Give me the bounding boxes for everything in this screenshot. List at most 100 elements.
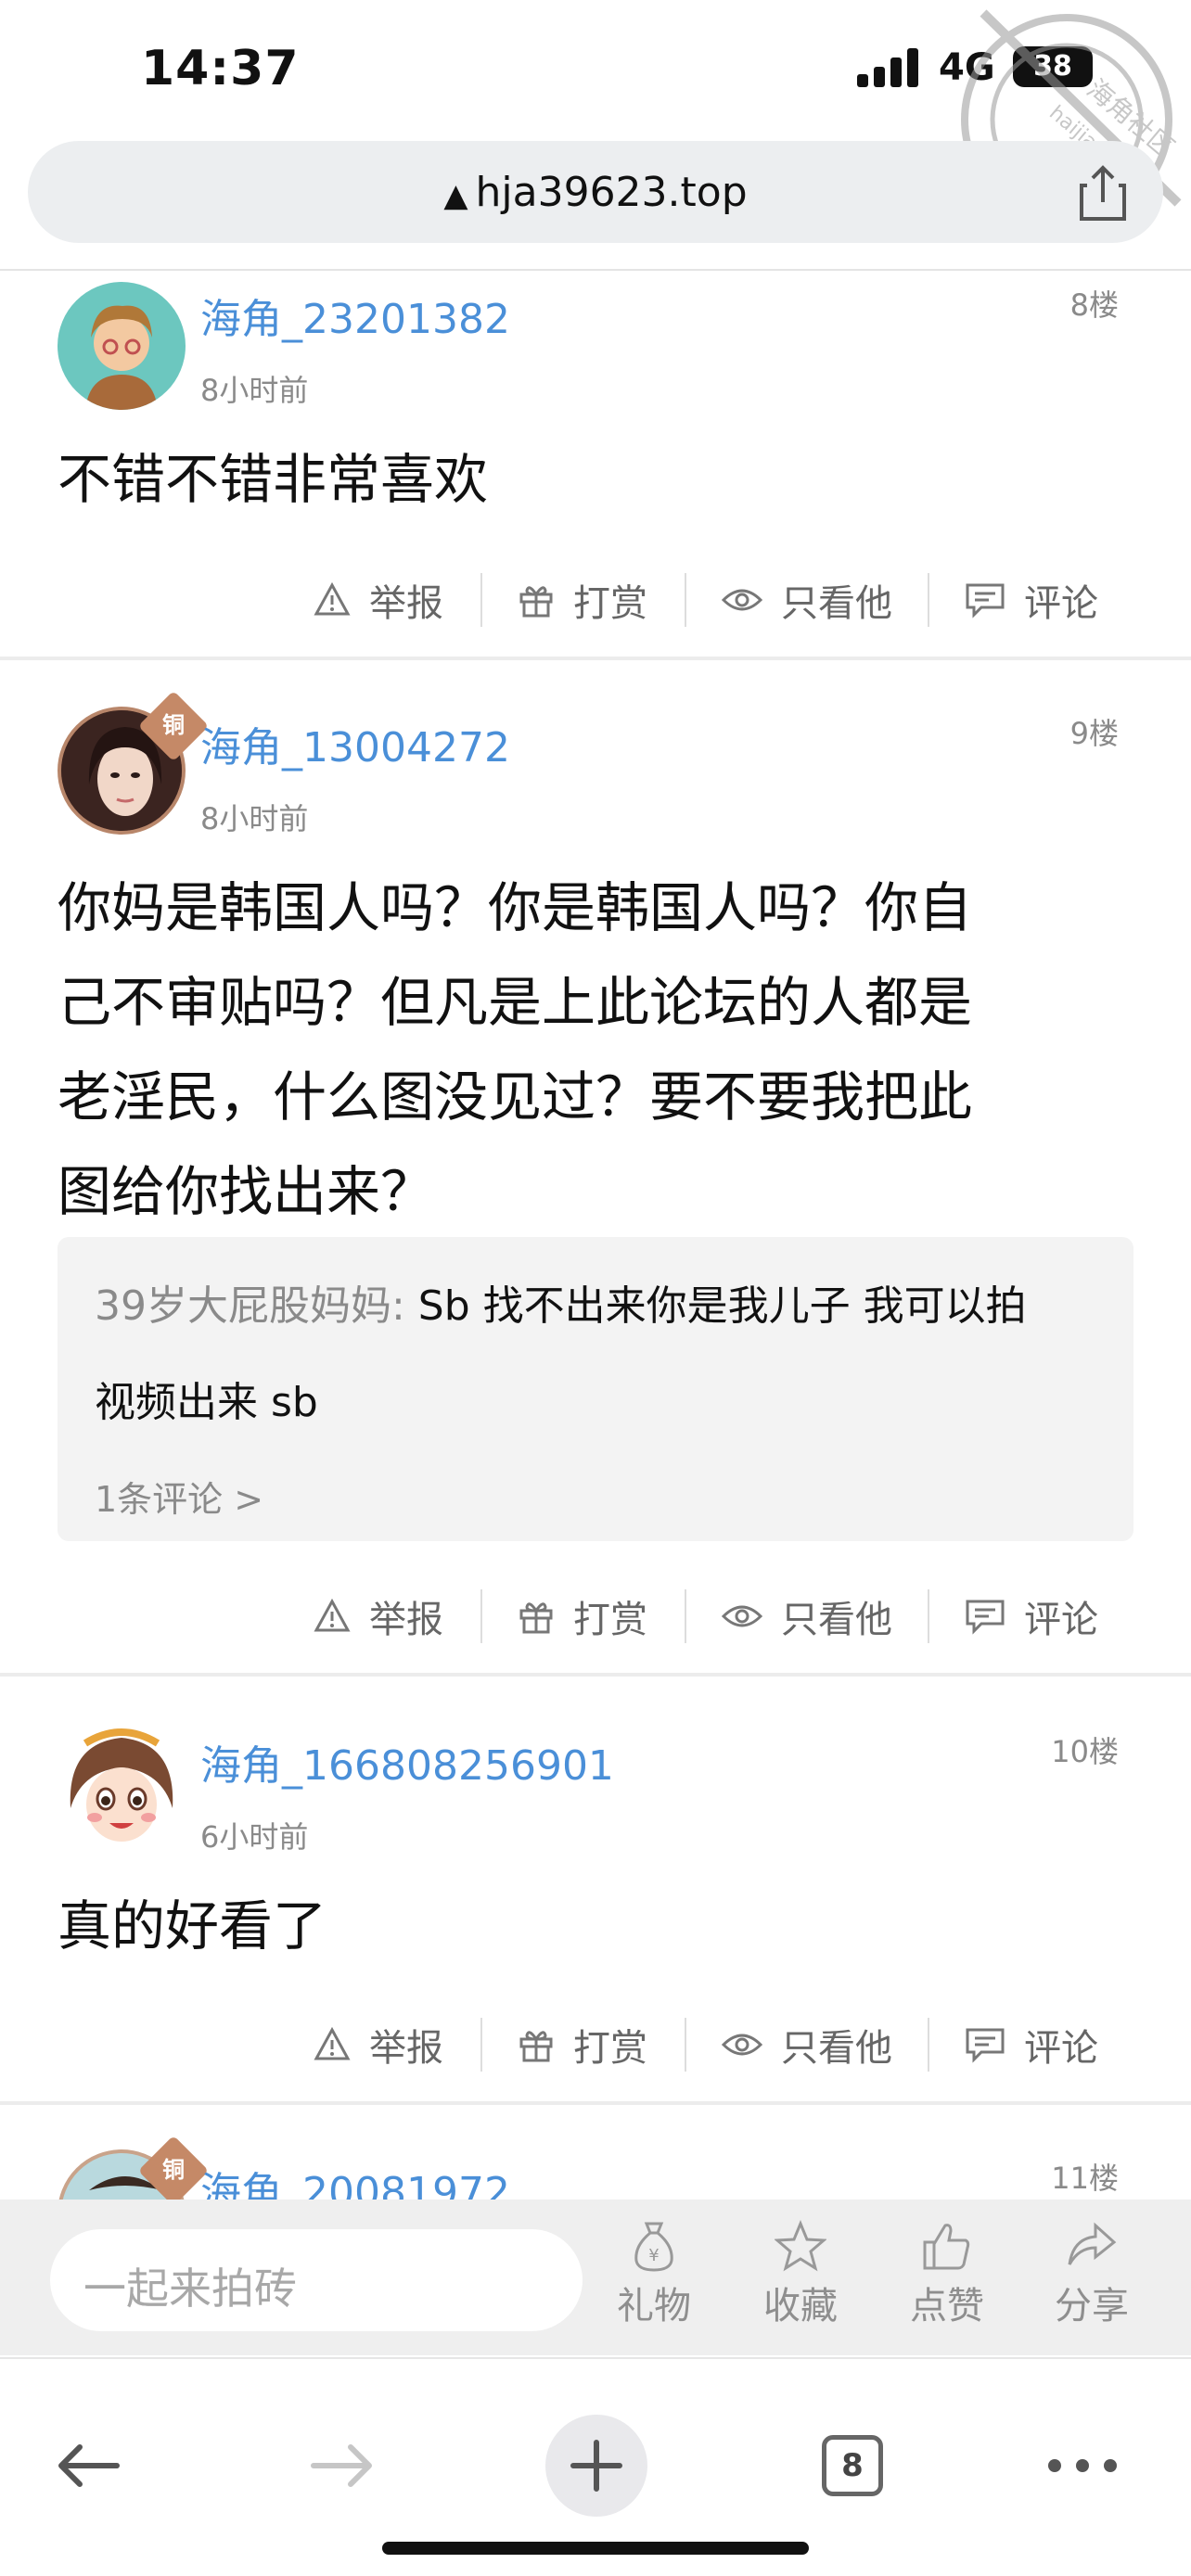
back-button[interactable] (37, 2415, 139, 2517)
post-content-line: 不错不错非常喜欢 (58, 448, 489, 511)
back-arrow-icon (58, 2444, 120, 2487)
reply-preview[interactable]: 39岁大屁股妈妈: Sb 找不出来你是我儿子 我可以拍 视频出来 sb 1条评论… (58, 1237, 1133, 1541)
avatar-illustration (85, 305, 158, 410)
address-bar[interactable]: ▲ hja39623.top (28, 141, 1163, 243)
avatar-illustration (58, 1725, 186, 1853)
reward-button[interactable]: 打赏 (518, 567, 647, 632)
separator (928, 573, 929, 627)
report-button[interactable]: 举报 (314, 567, 443, 632)
eye-icon (722, 1605, 762, 1627)
share-button[interactable]: 分享 (1041, 2220, 1143, 2340)
post-actions: 举报 打赏 只看他 评论 (0, 567, 1191, 632)
post-content-line: 真的好看了 (58, 1894, 327, 1958)
gift-button[interactable]: ¥ 礼物 (603, 2220, 705, 2340)
floor-number: 9楼 (1069, 716, 1119, 751)
comment-label: 评论 (1024, 1599, 1098, 1641)
reward-button[interactable]: 打赏 (518, 1584, 647, 1649)
reward-label: 打赏 (573, 2027, 647, 2070)
status-time: 14:37 (141, 41, 300, 96)
username[interactable]: 海角_13004272 (200, 714, 510, 773)
warning-icon: ▲ (443, 177, 468, 214)
reward-label: 打赏 (573, 582, 647, 625)
new-tab-button[interactable] (545, 2415, 647, 2517)
tab-count: 8 (822, 2435, 883, 2496)
reward-button[interactable]: 打赏 (518, 2012, 647, 2077)
gift-label: 礼物 (617, 2285, 691, 2327)
post-content: 真的好看了 (58, 1879, 1133, 1973)
money-bag-icon: ¥ (634, 2222, 673, 2272)
plus-icon (570, 2440, 622, 2492)
gift-icon (519, 1602, 553, 1634)
separator (480, 2018, 482, 2072)
only-him-label: 只看他 (781, 2027, 892, 2070)
comment-button[interactable]: 评论 (965, 567, 1098, 632)
view-comments-link[interactable]: 1条评论 > (95, 1471, 263, 1522)
comment-label: 评论 (1024, 2027, 1098, 2070)
comment-button[interactable]: 评论 (965, 1584, 1098, 1649)
medal-label: 铜 (162, 712, 185, 738)
eye-icon (722, 589, 762, 611)
report-label: 举报 (369, 582, 443, 625)
floor-number: 8楼 (1069, 287, 1119, 323)
warning-icon (314, 2026, 351, 2060)
comment-icon (966, 1600, 1005, 1635)
separator (685, 573, 686, 627)
separator (480, 1589, 482, 1643)
gift-icon (519, 2031, 553, 2062)
more-menu-button[interactable] (1031, 2415, 1133, 2517)
separator (685, 2018, 686, 2072)
comment-input[interactable]: 一起来拍砖 (50, 2229, 583, 2331)
like-label: 点赞 (910, 2285, 984, 2327)
favorite-label: 收藏 (763, 2285, 838, 2327)
home-indicator (382, 2542, 809, 2555)
username[interactable]: 海角_23201382 (200, 286, 510, 345)
reply-text-cont: 视频出来 sb (95, 1379, 318, 1426)
forward-arrow-icon (311, 2444, 372, 2487)
only-him-button[interactable]: 只看他 (722, 1584, 892, 1649)
comment-button[interactable]: 评论 (965, 2012, 1098, 2077)
post-content: 你妈是韩国人吗？你是韩国人吗？你自 己不审贴吗？但凡是上此论坛的人都是 老淫民，… (58, 861, 1133, 1239)
star-icon (775, 2220, 826, 2272)
reply-username[interactable]: 39岁大屁股妈妈: (95, 1282, 405, 1330)
share-page-icon[interactable] (1080, 165, 1126, 221)
avatar[interactable] (58, 1725, 186, 1853)
post-time: 6小时前 (200, 1819, 309, 1855)
post-content-line: 老淫民，什么图没见过？要不要我把此 (58, 1065, 973, 1129)
post-floor-11: 铜 海角_20081972 11楼 (0, 2105, 1191, 2200)
post-content: 不错不错非常喜欢 (58, 432, 1133, 527)
report-button[interactable]: 举报 (314, 1584, 443, 1649)
post-actions: 举报 打赏 只看他 评论 (0, 1584, 1191, 1649)
url-text: hja39623.top (475, 169, 748, 216)
report-button[interactable]: 举报 (314, 2012, 443, 2077)
thumbs-up-icon (923, 2224, 970, 2270)
separator (685, 1589, 686, 1643)
only-him-button[interactable]: 只看他 (722, 567, 892, 632)
username[interactable]: 海角_166808256901 (200, 1732, 614, 1792)
tabs-button[interactable]: 8 (798, 2415, 900, 2517)
separator (928, 2018, 929, 2072)
forward-button[interactable] (291, 2415, 393, 2517)
warning-icon (314, 581, 351, 616)
more-dots-icon (1048, 2459, 1117, 2472)
post-actions: 举报 打赏 只看他 评论 (0, 2012, 1191, 2077)
only-him-label: 只看他 (781, 582, 892, 625)
favorite-button[interactable]: 收藏 (749, 2220, 852, 2340)
only-him-button[interactable]: 只看他 (722, 2012, 892, 2077)
avatar[interactable] (58, 282, 186, 410)
share-label: 分享 (1055, 2285, 1129, 2327)
comment-icon (966, 2028, 1005, 2063)
report-label: 举报 (369, 2027, 443, 2070)
username[interactable]: 海角_20081972 (200, 2159, 510, 2200)
floor-number: 11楼 (1051, 2161, 1119, 2196)
comment-icon (966, 583, 1005, 618)
report-label: 举报 (369, 1599, 443, 1641)
like-button[interactable]: 点赞 (896, 2220, 998, 2340)
post-content-line: 图给你找出来？ (58, 1160, 435, 1223)
separator (480, 573, 482, 627)
medal-label: 铜 (162, 2157, 185, 2183)
post-content-line: 己不审贴吗？但凡是上此论坛的人都是 (58, 971, 973, 1034)
post-content-line: 你妈是韩国人吗？你是韩国人吗？你自 (58, 876, 973, 939)
gift-icon (519, 586, 553, 618)
share-arrow-icon (1068, 2222, 1117, 2265)
svg-text:¥: ¥ (648, 2246, 659, 2265)
